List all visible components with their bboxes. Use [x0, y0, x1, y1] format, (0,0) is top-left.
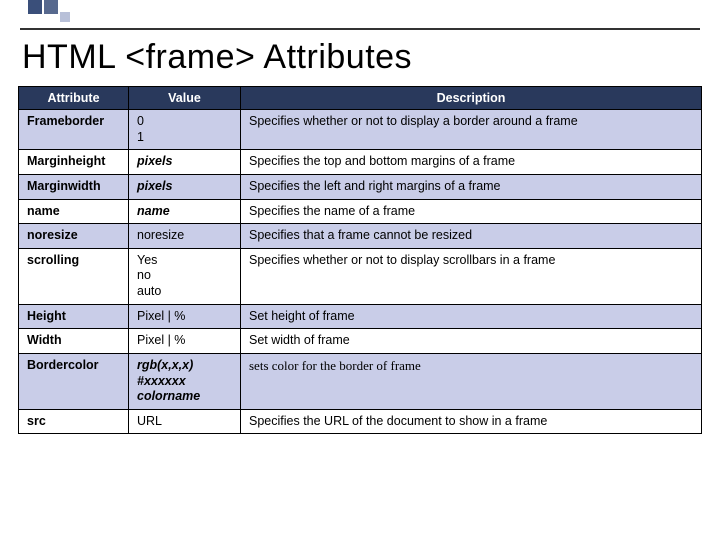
table-row: noresizenoresizeSpecifies that a frame c…: [19, 224, 702, 249]
cell-description: Set height of frame: [241, 304, 702, 329]
table-header-row: Attribute Value Description: [19, 87, 702, 110]
slide-title: HTML <frame> Attributes: [22, 38, 412, 77]
cell-description: Specifies the URL of the document to sho…: [241, 409, 702, 434]
cell-value: Yesnoauto: [129, 248, 241, 304]
table-row: Bordercolorrgb(x,x,x)#xxxxxxcolornameset…: [19, 353, 702, 409]
cell-value: Pixel | %: [129, 329, 241, 354]
cell-value: pixels: [129, 174, 241, 199]
table-row: Frameborder01Specifies whether or not to…: [19, 110, 702, 150]
cell-value: name: [129, 199, 241, 224]
cell-attribute: name: [19, 199, 129, 224]
cell-value: 01: [129, 110, 241, 150]
cell-attribute: noresize: [19, 224, 129, 249]
cell-description: Specifies the name of a frame: [241, 199, 702, 224]
cell-value: pixels: [129, 150, 241, 175]
cell-value: URL: [129, 409, 241, 434]
cell-attribute: scrolling: [19, 248, 129, 304]
cell-value: noresize: [129, 224, 241, 249]
cell-attribute: src: [19, 409, 129, 434]
cell-attribute: Marginwidth: [19, 174, 129, 199]
table-row: namenameSpecifies the name of a frame: [19, 199, 702, 224]
table-row: MarginheightpixelsSpecifies the top and …: [19, 150, 702, 175]
cell-description: Specifies the top and bottom margins of …: [241, 150, 702, 175]
cell-attribute: Height: [19, 304, 129, 329]
cell-attribute: Marginheight: [19, 150, 129, 175]
slide-decoration: [28, 0, 70, 22]
table-row: srcURLSpecifies the URL of the document …: [19, 409, 702, 434]
header-attribute: Attribute: [19, 87, 129, 110]
table-row: scrollingYesnoautoSpecifies whether or n…: [19, 248, 702, 304]
table-row: WidthPixel | %Set width of frame: [19, 329, 702, 354]
cell-attribute: Width: [19, 329, 129, 354]
cell-description: Set width of frame: [241, 329, 702, 354]
table-row: HeightPixel | %Set height of frame: [19, 304, 702, 329]
cell-description: sets color for the border of frame: [241, 353, 702, 409]
cell-description: Specifies whether or not to display scro…: [241, 248, 702, 304]
cell-value: rgb(x,x,x)#xxxxxxcolorname: [129, 353, 241, 409]
cell-attribute: Frameborder: [19, 110, 129, 150]
cell-description: Specifies whether or not to display a bo…: [241, 110, 702, 150]
cell-description: Specifies that a frame cannot be resized: [241, 224, 702, 249]
header-value: Value: [129, 87, 241, 110]
cell-description: Specifies the left and right margins of …: [241, 174, 702, 199]
title-rule: [20, 28, 700, 30]
table-row: MarginwidthpixelsSpecifies the left and …: [19, 174, 702, 199]
cell-attribute: Bordercolor: [19, 353, 129, 409]
attributes-table: Attribute Value Description Frameborder0…: [18, 86, 702, 434]
cell-value: Pixel | %: [129, 304, 241, 329]
header-description: Description: [241, 87, 702, 110]
